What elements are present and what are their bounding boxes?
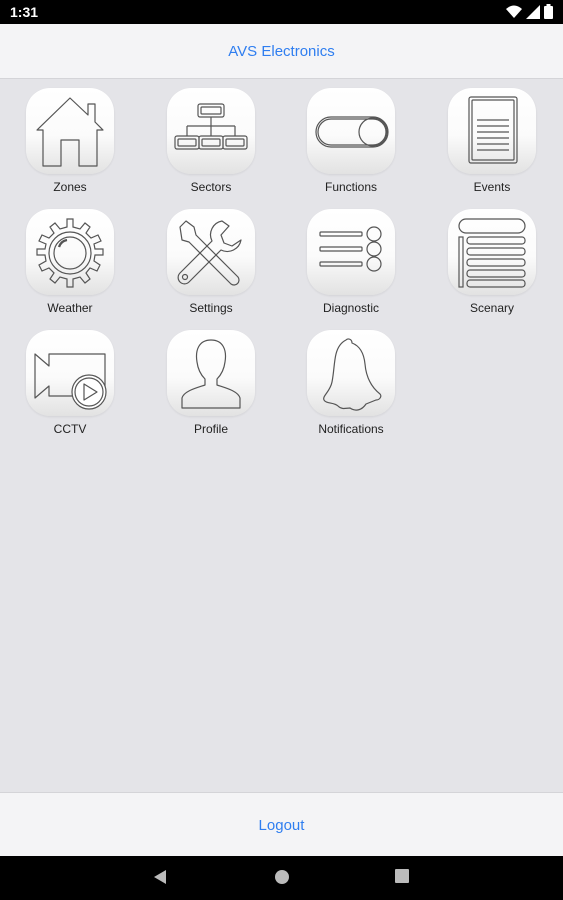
tile-label: Events — [473, 180, 511, 194]
tile-label: CCTV — [53, 422, 87, 436]
house-icon — [36, 97, 104, 167]
tile-scenary[interactable]: Scenary — [432, 209, 552, 315]
list-layers-icon — [458, 218, 526, 288]
settings-button[interactable] — [167, 209, 255, 295]
tile-functions[interactable]: Functions — [291, 88, 411, 194]
toggle-icon — [315, 116, 389, 148]
tile-label: Functions — [324, 180, 378, 194]
signal-icon — [526, 4, 540, 19]
tile-settings[interactable]: Settings — [151, 209, 271, 315]
diagnostic-button[interactable] — [307, 209, 395, 295]
tile-label: Sectors — [190, 180, 232, 194]
tile-label: Settings — [189, 301, 233, 315]
status-icons — [506, 4, 553, 19]
tile-diagnostic[interactable]: Diagnostic — [291, 209, 411, 315]
tile-label: Zones — [53, 180, 87, 194]
sun-icon — [36, 218, 104, 288]
tile-label: Profile — [193, 422, 228, 436]
person-icon — [181, 339, 241, 409]
tile-label: Scenary — [469, 301, 515, 315]
tile-weather[interactable]: Weather — [10, 209, 130, 315]
weather-button[interactable] — [26, 209, 114, 295]
status-bar: 1:31 — [0, 0, 563, 24]
tools-icon — [177, 220, 242, 286]
tile-label: Diagnostic — [322, 301, 380, 315]
tile-events[interactable]: Events — [432, 88, 552, 194]
profile-button[interactable] — [167, 330, 255, 416]
wifi-icon — [506, 5, 522, 18]
tile-sectors[interactable]: Sectors — [151, 88, 271, 194]
tile-profile[interactable]: Profile — [151, 330, 271, 436]
status-time: 1:31 — [10, 4, 39, 20]
battery-icon — [544, 4, 553, 19]
notifications-button[interactable] — [307, 330, 395, 416]
home-icon[interactable] — [274, 869, 290, 885]
checklist-icon — [319, 226, 382, 272]
document-icon — [468, 96, 518, 164]
logout-button[interactable]: Logout — [259, 817, 305, 834]
tile-zones[interactable]: Zones — [10, 88, 130, 194]
tile-notifications[interactable]: Notifications — [291, 330, 411, 436]
bell-icon — [323, 338, 382, 411]
functions-button[interactable] — [307, 88, 395, 174]
zones-button[interactable] — [26, 88, 114, 174]
page-title: AVS Electronics — [228, 42, 335, 60]
footer: Logout — [0, 792, 563, 857]
recents-icon[interactable] — [395, 869, 409, 883]
events-button[interactable] — [448, 88, 536, 174]
tile-cctv[interactable]: CCTV — [10, 330, 130, 436]
sectors-button[interactable] — [167, 88, 255, 174]
cctv-button[interactable] — [26, 330, 114, 416]
header: AVS Electronics — [0, 24, 563, 79]
tile-label: Notifications — [318, 422, 384, 436]
camera-icon — [34, 353, 107, 410]
nav-bar — [0, 856, 563, 900]
back-icon[interactable] — [153, 869, 167, 885]
scenary-button[interactable] — [448, 209, 536, 295]
tile-label: Weather — [47, 301, 93, 315]
hierarchy-icon — [174, 103, 248, 150]
